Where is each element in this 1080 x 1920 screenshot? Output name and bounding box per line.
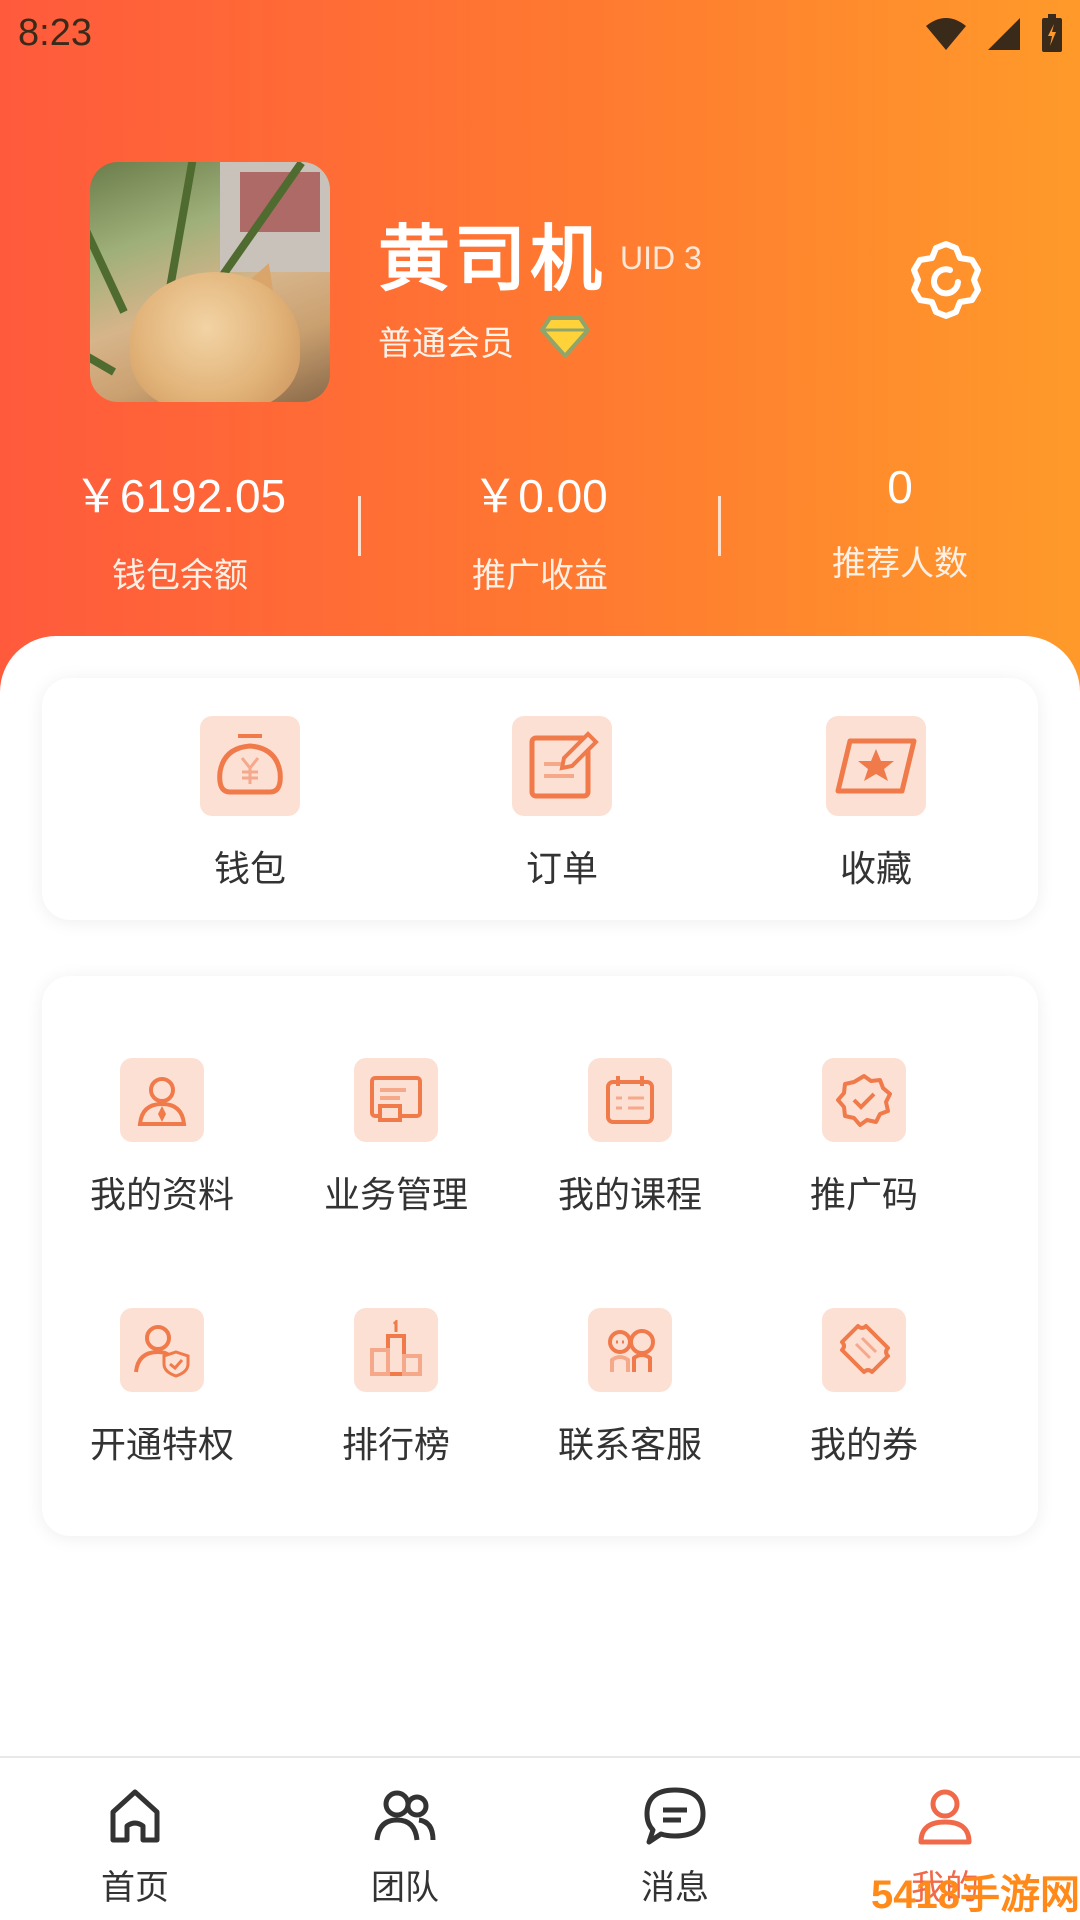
- quick-actions-card: 钱包 订单 收藏: [42, 678, 1038, 920]
- service-business-management[interactable]: 业务管理: [324, 1058, 468, 1218]
- service-label: 业务管理: [324, 1175, 469, 1216]
- tab-label: 团队: [371, 1868, 439, 1908]
- tab-messages[interactable]: 消息: [595, 1786, 755, 1909]
- tab-home[interactable]: 首页: [55, 1786, 215, 1909]
- wallet-icon: [200, 716, 300, 816]
- stat-label: 钱包余额: [112, 556, 248, 596]
- service-label: 推广码: [809, 1175, 918, 1216]
- team-icon: [374, 1790, 436, 1841]
- quick-action-favorites[interactable]: 收藏: [806, 716, 946, 892]
- service-label: 排行榜: [341, 1425, 450, 1466]
- home-icon: [110, 1789, 160, 1843]
- stat-label: 推荐人数: [832, 544, 968, 584]
- quick-action-label: 收藏: [839, 849, 912, 890]
- service-my-courses[interactable]: 我的课程: [558, 1058, 702, 1218]
- bottom-tab-bar: 首页 团队 消息 我的 5418手游网: [0, 1756, 1080, 1920]
- battery-icon: [1042, 14, 1062, 52]
- stat-wallet-balance[interactable]: ￥6192.05 钱包余额: [0, 460, 360, 597]
- tab-team[interactable]: 团队: [325, 1786, 485, 1909]
- service-label: 开通特权: [90, 1425, 235, 1466]
- user-shield-icon: [120, 1308, 204, 1392]
- quick-action-wallet[interactable]: 钱包: [180, 716, 320, 892]
- status-time: 8:23: [18, 12, 92, 54]
- member-level: 普通会员: [378, 324, 514, 364]
- services-card: 我的资料 业务管理 我的课程 推广码 开通特权 排行榜 联系客服 我的券: [42, 976, 1038, 1536]
- status-bar: 8:23: [0, 0, 1080, 70]
- username: 黄司机: [378, 217, 607, 301]
- service-label: 我的资料: [90, 1175, 235, 1216]
- settings-gear-icon[interactable]: [904, 238, 988, 322]
- service-my-profile[interactable]: 我的资料: [90, 1058, 234, 1218]
- avatar[interactable]: [90, 162, 330, 402]
- main-content: 钱包 订单 收藏 我的资料 业务管理 我的课程 推广码 开通特权 排行榜 联系客…: [0, 636, 1080, 1756]
- stat-value: ￥6192.05: [73, 470, 287, 522]
- tab-label: 消息: [641, 1868, 709, 1908]
- stats-row: ￥6192.05 钱包余额 ￥0.00 推广收益 0 推荐人数: [0, 460, 1080, 600]
- profile-header: 8:23 黄司机 UID 3 普通会员 ￥6192.05 钱包余额 ￥0.00: [0, 0, 1080, 700]
- message-icon: [644, 1787, 706, 1845]
- quick-action-label: 钱包: [213, 849, 286, 890]
- service-label: 联系客服: [558, 1425, 703, 1466]
- stat-value: ￥0.00: [472, 470, 608, 522]
- calendar-icon: [588, 1058, 672, 1142]
- status-icons: [924, 14, 1064, 54]
- stat-referral-count[interactable]: 0 推荐人数: [720, 460, 1080, 585]
- business-icon: [354, 1058, 438, 1142]
- service-customer-support[interactable]: 联系客服: [558, 1308, 702, 1468]
- watermark-logo: 5418手游网: [871, 1873, 1080, 1917]
- service-leaderboard[interactable]: 排行榜: [324, 1308, 468, 1468]
- podium-icon: [354, 1308, 438, 1392]
- quick-action-orders[interactable]: 订单: [492, 716, 632, 892]
- service-activate-privileges[interactable]: 开通特权: [90, 1308, 234, 1468]
- favorites-icon: [826, 716, 926, 816]
- badge-check-icon: [822, 1058, 906, 1142]
- tab-label: 首页: [101, 1868, 169, 1908]
- stat-promotion-income[interactable]: ￥0.00 推广收益: [360, 460, 720, 597]
- service-label: 我的券: [809, 1425, 918, 1466]
- ticket-icon: [822, 1308, 906, 1392]
- stat-value: 0: [887, 461, 913, 513]
- service-promo-code[interactable]: 推广码: [792, 1058, 936, 1218]
- order-icon: [512, 716, 612, 816]
- support-icon: [588, 1308, 672, 1392]
- service-my-coupons[interactable]: 我的券: [792, 1308, 936, 1468]
- stat-label: 推广收益: [472, 556, 608, 596]
- user-uid: UID 3: [620, 240, 702, 276]
- quick-action-label: 订单: [525, 849, 598, 890]
- user-icon: [918, 1789, 972, 1845]
- signal-icon: [988, 18, 1020, 50]
- service-label: 我的课程: [558, 1175, 703, 1216]
- profile-icon: [120, 1058, 204, 1142]
- wifi-icon: [926, 18, 966, 50]
- diamond-icon: [540, 316, 590, 358]
